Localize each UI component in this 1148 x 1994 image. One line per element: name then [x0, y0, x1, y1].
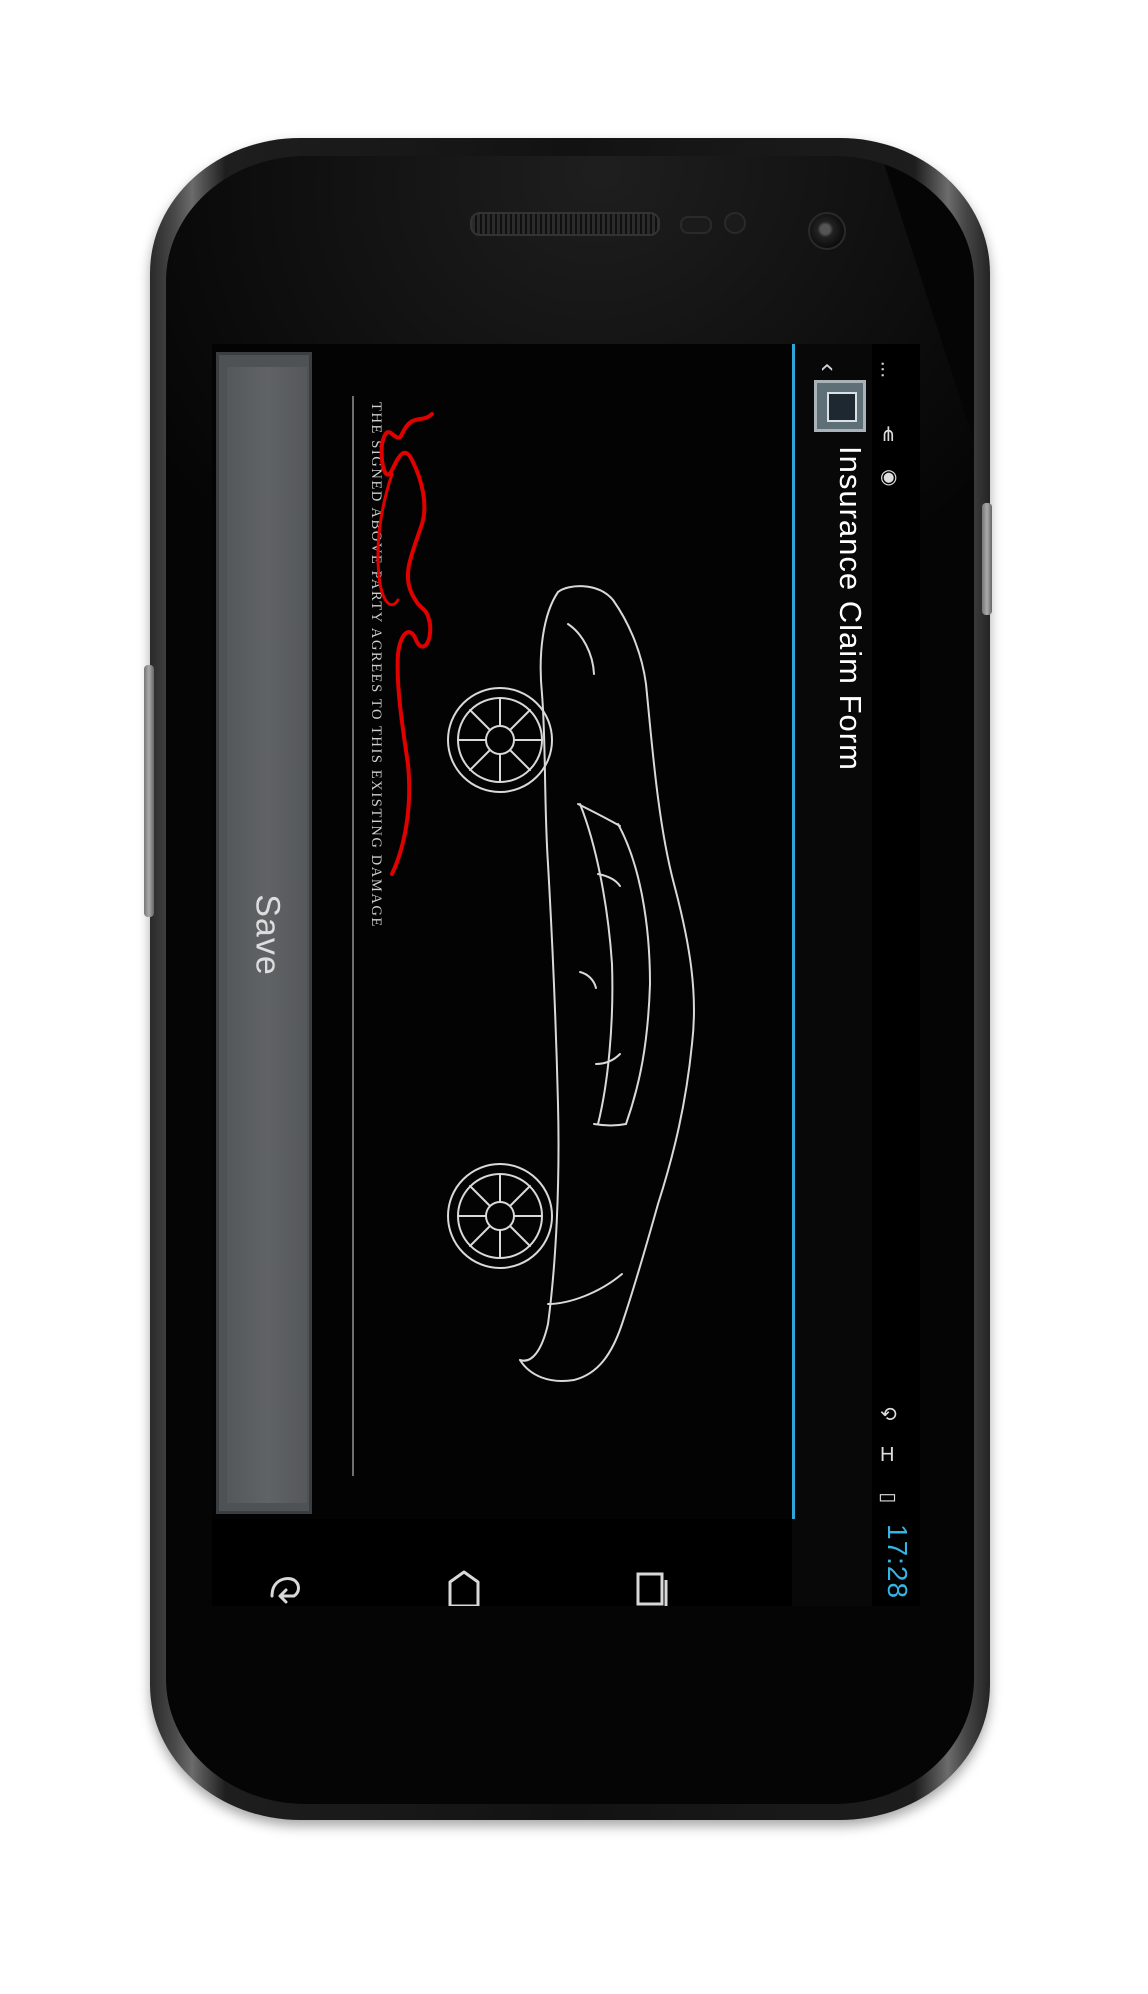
usb-icon: ⋔: [880, 424, 897, 446]
app-icon[interactable]: [814, 380, 866, 432]
network-type-label: H: [880, 1444, 895, 1466]
save-button[interactable]: Save: [227, 367, 307, 1503]
power-button: [982, 503, 992, 615]
app-title: Insurance Claim Form: [833, 446, 868, 771]
battery-charging-icon: ▭: [878, 1486, 897, 1508]
android-debug-icon: ◉: [880, 466, 898, 488]
recent-apps-icon[interactable]: [628, 1568, 672, 1606]
light-sensor: [724, 212, 746, 234]
auto-rotate-icon: ⟲: [880, 1404, 897, 1426]
save-panel: Save: [216, 352, 312, 1514]
home-icon[interactable]: [442, 1568, 486, 1606]
proximity-sensor: [680, 216, 712, 234]
signature-ink: [376, 412, 434, 876]
back-icon[interactable]: [266, 1568, 310, 1606]
up-navigation-icon[interactable]: ‹: [813, 363, 844, 372]
earpiece-speaker: [470, 212, 660, 236]
front-camera-icon: [808, 212, 846, 250]
volume-button: [144, 665, 154, 917]
device-mockup: Save THE SIGNED ABOVE PARTY AGREES TO TH…: [0, 0, 1148, 1994]
sliders-icon: ⫶: [880, 360, 885, 382]
signal-strength-icon: H: [880, 1444, 894, 1467]
status-clock: 17:28: [882, 1524, 913, 1600]
action-bar-divider: [792, 344, 795, 1519]
phone-screen: Save THE SIGNED ABOVE PARTY AGREES TO TH…: [212, 344, 920, 1606]
save-button-label: Save: [248, 894, 287, 976]
